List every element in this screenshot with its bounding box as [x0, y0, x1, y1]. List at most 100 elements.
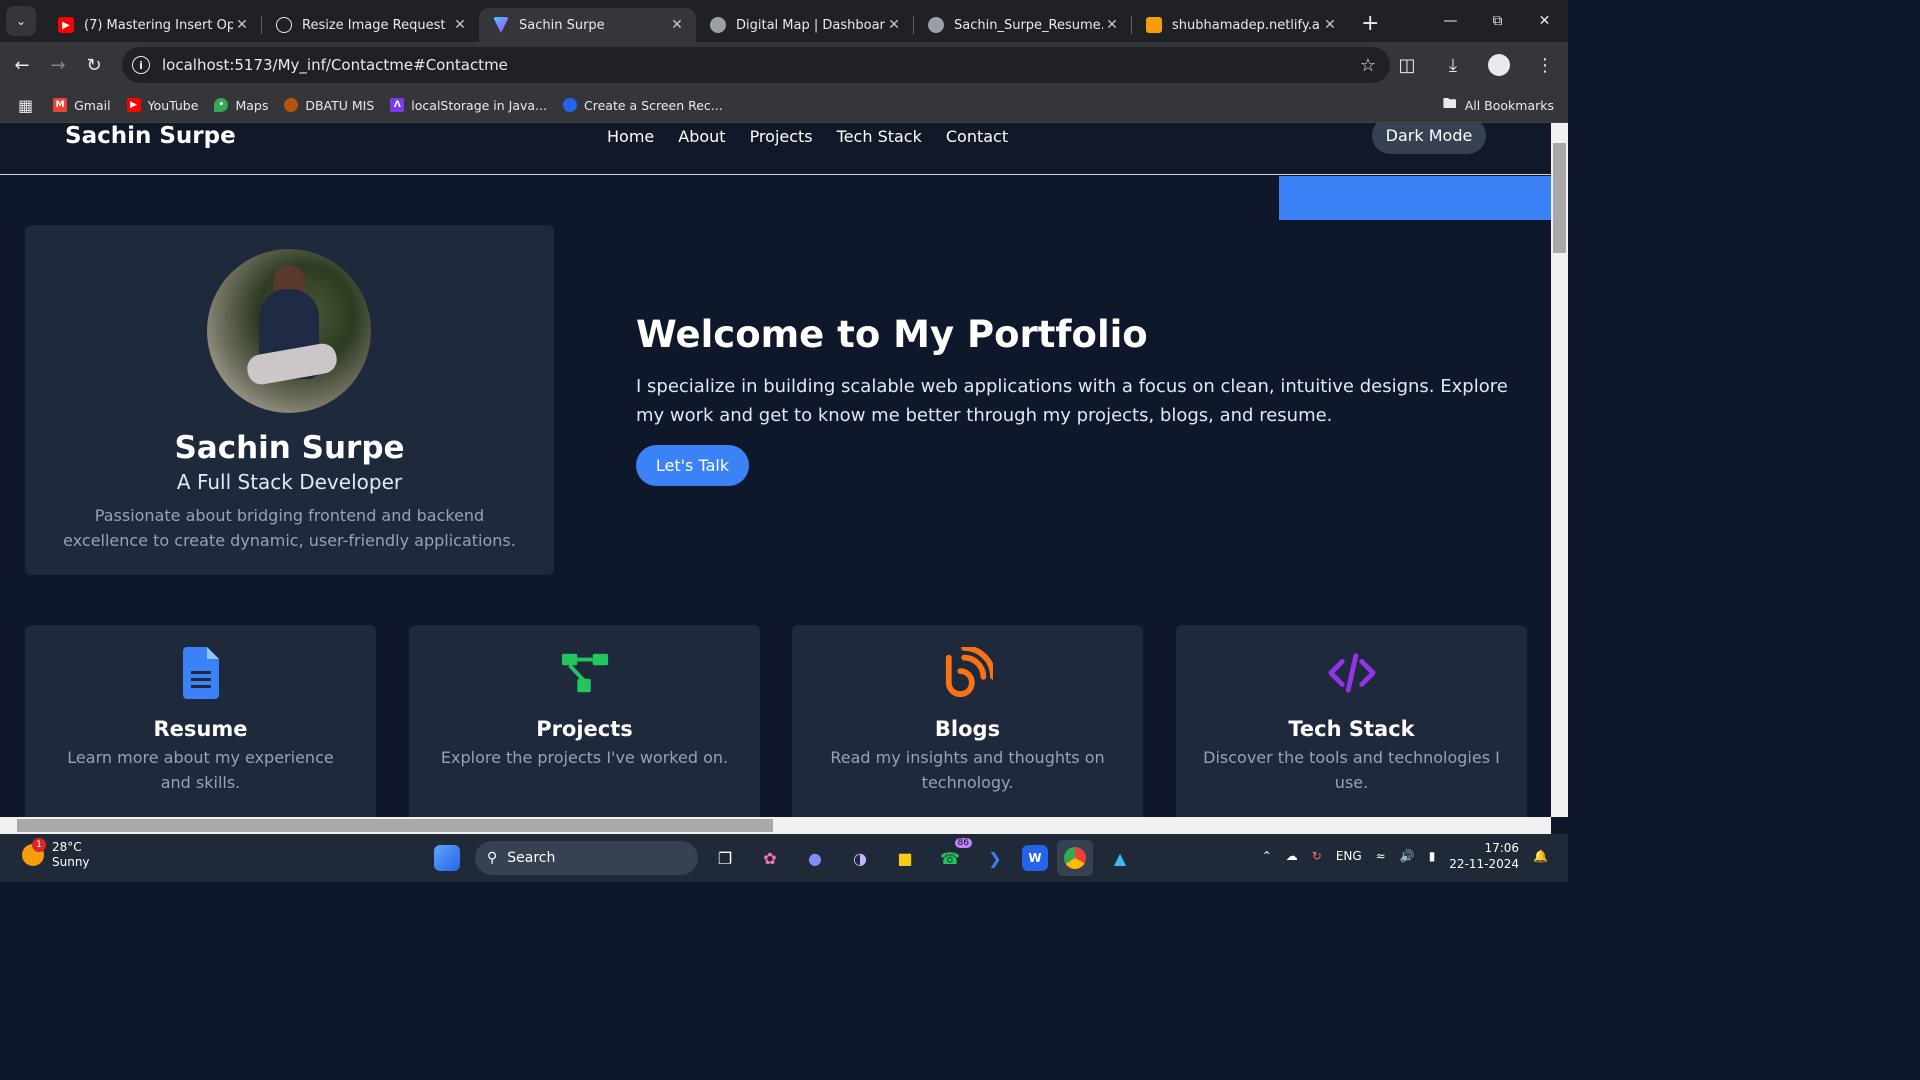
copilot-icon[interactable]: ✿: [752, 840, 788, 876]
volume-icon[interactable]: 🔊: [1400, 849, 1415, 863]
card-title: Projects: [536, 717, 633, 741]
weather-temp: 28°C: [52, 840, 82, 854]
code-icon: [1327, 653, 1376, 693]
url-text[interactable]: localhost:5173/My_inf/Contactme#Contactm…: [162, 56, 508, 74]
address-bar[interactable]: i localhost:5173/My_inf/Contactme#Contac…: [122, 47, 1390, 83]
blog-icon: [945, 647, 993, 698]
close-icon[interactable]: ✕: [1103, 17, 1121, 33]
site-brand[interactable]: Sachin Surpe: [65, 123, 236, 149]
profile-photo: [207, 249, 371, 413]
card-projects[interactable]: Projects Explore the projects I've worke…: [409, 625, 760, 817]
bookmark-localstorage[interactable]: ΛlocalStorage in Java...: [390, 98, 547, 113]
nav-home[interactable]: Home: [607, 127, 654, 146]
profile-avatar[interactable]: [1476, 54, 1522, 76]
bookmark-gmail[interactable]: M Gmail: [53, 97, 111, 113]
notification-badge: 1: [32, 838, 46, 852]
tab-0[interactable]: ▶ (7) Mastering Insert Operat ✕: [44, 8, 261, 42]
clock-date: 22-11-2024: [1449, 857, 1520, 871]
notification-bell-icon[interactable]: 🔔: [1533, 849, 1548, 863]
new-tab-button[interactable]: +: [1361, 11, 1379, 36]
nav-contact[interactable]: Contact: [946, 127, 1008, 146]
bookmark-star-icon[interactable]: ☆: [1360, 55, 1376, 76]
taskbar-search[interactable]: ⚲ Search: [475, 841, 698, 875]
close-icon[interactable]: ✕: [885, 17, 903, 33]
lets-talk-button[interactable]: Let's Talk: [636, 445, 749, 486]
word-icon[interactable]: W: [1022, 845, 1048, 871]
tab-title: Sachin_Surpe_Resume.pdf: [954, 17, 1103, 33]
close-icon[interactable]: ✕: [668, 17, 686, 33]
task-view-icon[interactable]: ❐: [707, 840, 743, 876]
weather-widget[interactable]: 1 28°C Sunny: [22, 838, 90, 870]
chevron-up-icon[interactable]: ⌃: [1262, 849, 1272, 863]
minimize-icon[interactable]: —: [1427, 0, 1474, 42]
openai-icon: [276, 17, 292, 33]
file-explorer-icon[interactable]: ■: [887, 840, 923, 876]
scroll-thumb[interactable]: [17, 819, 773, 832]
restore-icon[interactable]: ⧉: [1474, 0, 1521, 42]
menu-icon[interactable]: ⋮: [1522, 55, 1568, 76]
nav-about[interactable]: About: [678, 127, 725, 146]
close-icon[interactable]: ✕: [1321, 17, 1339, 33]
bookmark-screen-rec[interactable]: Create a Screen Rec...: [563, 98, 723, 113]
youtube-icon: ▶: [126, 98, 141, 112]
battery-icon[interactable]: ▮: [1429, 849, 1436, 863]
reload-icon[interactable]: ↻: [76, 47, 112, 83]
card-description: Read my insights and thoughts on technol…: [830, 748, 1105, 792]
system-tray: ⌃ ☁ ↻ ENG ≈ 🔊 ▮ 17:06 22-11-2024 🔔: [1262, 840, 1548, 872]
close-icon[interactable]: ✕: [451, 17, 469, 33]
sync-icon[interactable]: ↻: [1312, 849, 1322, 863]
card-blogs[interactable]: Blogs Read my insights and thoughts on t…: [792, 625, 1143, 817]
tab-search-button[interactable]: ⌄: [6, 6, 36, 36]
vscode-icon[interactable]: ❯: [977, 840, 1013, 876]
maps-icon: •: [214, 98, 229, 112]
windows-start-icon[interactable]: [434, 845, 460, 871]
card-description: Explore the projects I've worked on.: [440, 748, 729, 767]
sun-icon: 1: [22, 838, 46, 866]
teams-icon[interactable]: ●: [797, 840, 833, 876]
card-tech-stack[interactable]: Tech Stack Discover the tools and techno…: [1176, 625, 1527, 817]
photos-icon[interactable]: ▲: [1102, 840, 1138, 876]
tab-title: (7) Mastering Insert Operat: [84, 17, 233, 33]
project-diagram-icon: [561, 653, 608, 693]
site-info-icon[interactable]: i: [132, 56, 150, 74]
forward-icon[interactable]: →: [40, 47, 76, 83]
tab-title: Resize Image Request: [302, 17, 446, 33]
gmail-icon: M: [53, 98, 68, 112]
tab-title: Digital Map | Dashboard: [736, 17, 885, 33]
onedrive-icon[interactable]: ☁: [1286, 849, 1298, 863]
bookmark-label: Gmail: [74, 97, 111, 113]
language-indicator[interactable]: ENG: [1336, 849, 1362, 863]
download-icon[interactable]: ⤓: [1430, 55, 1476, 76]
tab-5[interactable]: shubhamadep.netlify.app/p ✕: [1132, 8, 1349, 42]
profile-role: A Full Stack Developer: [176, 470, 403, 494]
apps-grid-icon[interactable]: ▦: [18, 96, 33, 115]
all-bookmarks[interactable]: 🖿 All Bookmarks: [1443, 93, 1554, 117]
nav-tech-stack[interactable]: Tech Stack: [837, 127, 922, 146]
extensions-icon[interactable]: ◫: [1384, 55, 1430, 76]
wifi-icon[interactable]: ≈: [1376, 849, 1386, 863]
clock[interactable]: 17:06 22-11-2024: [1449, 840, 1519, 872]
bookmark-maps[interactable]: • Maps: [214, 98, 268, 113]
close-icon[interactable]: ✕: [233, 17, 251, 33]
close-window-icon[interactable]: ✕: [1521, 0, 1568, 42]
eclipse-icon[interactable]: ◑: [842, 840, 878, 876]
tab-4[interactable]: Sachin_Surpe_Resume.pdf ✕: [914, 8, 1131, 42]
card-title: Blogs: [934, 717, 1001, 741]
dark-mode-button[interactable]: Dark Mode: [1372, 123, 1486, 154]
bookmark-dbatu[interactable]: DBATU MIS: [284, 98, 374, 113]
whatsapp-icon[interactable]: ☎ 86: [932, 838, 972, 876]
horizontal-scrollbar[interactable]: [0, 817, 1551, 834]
card-resume[interactable]: Resume Learn more about my experience an…: [25, 625, 376, 817]
profile-description: Passionate about bridging frontend and b…: [63, 506, 516, 550]
scroll-thumb[interactable]: [1553, 143, 1566, 253]
tab-3[interactable]: Digital Map | Dashboard ✕: [696, 8, 913, 42]
tab-1[interactable]: Resize Image Request ✕: [262, 8, 479, 42]
card-title: Resume: [153, 717, 248, 741]
accent-bar: [1279, 176, 1551, 220]
nav-projects[interactable]: Projects: [750, 127, 813, 146]
back-icon[interactable]: ←: [4, 47, 40, 83]
vertical-scrollbar[interactable]: [1551, 123, 1568, 817]
chrome-icon[interactable]: [1057, 840, 1093, 876]
bookmark-youtube[interactable]: ▶ YouTube: [126, 98, 198, 113]
tab-2-active[interactable]: Sachin Surpe ✕: [479, 8, 696, 42]
